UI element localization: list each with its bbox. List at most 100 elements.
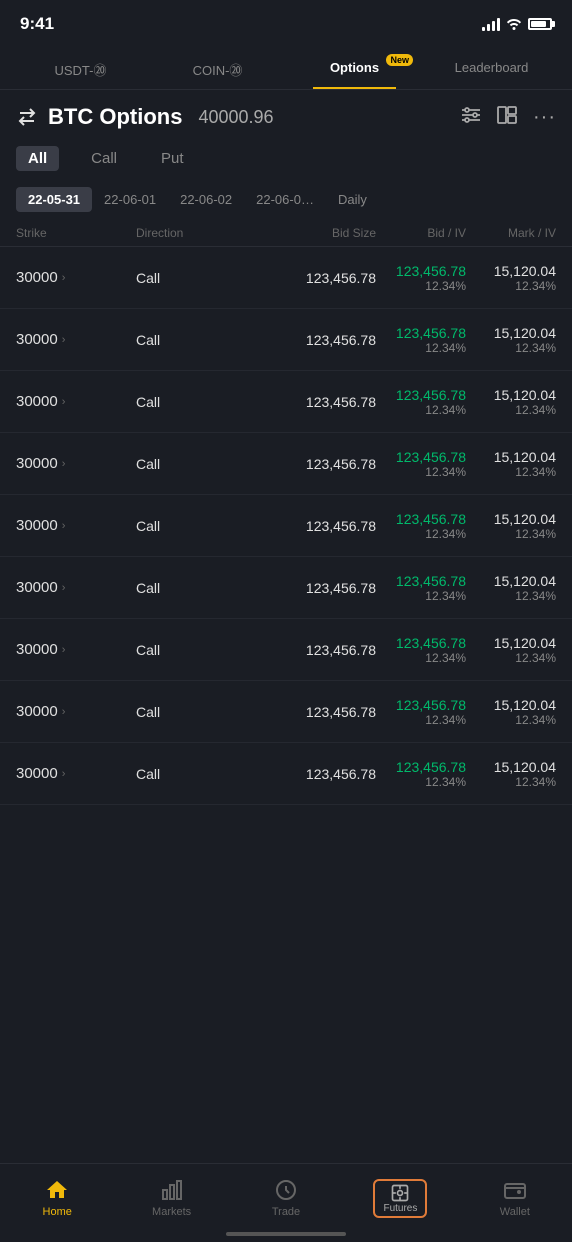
page-header: BTC Options 40000.96 ··· xyxy=(0,90,572,140)
chevron-right-icon: › xyxy=(62,272,66,284)
filter-all[interactable]: All xyxy=(16,146,59,171)
nav-trade[interactable]: Trade xyxy=(229,1174,343,1222)
filter-icon[interactable] xyxy=(461,106,481,129)
table-row[interactable]: 30000 › Call 123,456.78 123,456.78 12.34… xyxy=(0,309,572,371)
mark-iv-cell: 15,120.04 12.34% xyxy=(466,449,556,479)
direction-cell: Call xyxy=(136,394,246,410)
nav-home-label: Home xyxy=(43,1206,72,1218)
direction-cell: Call xyxy=(136,580,246,596)
table-row[interactable]: 30000 › Call 123,456.78 123,456.78 12.34… xyxy=(0,495,572,557)
nav-wallet-label: Wallet xyxy=(500,1206,530,1218)
filter-put[interactable]: Put xyxy=(149,146,196,171)
th-bid-iv: Bid / IV xyxy=(376,226,466,240)
status-icons xyxy=(482,16,552,33)
bid-pct: 12.34% xyxy=(376,775,466,789)
markets-icon xyxy=(160,1178,184,1202)
chevron-right-icon: › xyxy=(62,520,66,532)
bid-size-cell: 123,456.78 xyxy=(246,704,376,720)
mark-iv-cell: 15,120.04 12.34% xyxy=(466,263,556,293)
strike-cell: 30000 › xyxy=(16,455,136,472)
nav-trade-label: Trade xyxy=(272,1206,300,1218)
chevron-right-icon: › xyxy=(62,644,66,656)
strike-cell: 30000 › xyxy=(16,579,136,596)
filter-call[interactable]: Call xyxy=(79,146,129,171)
bid-iv-cell: 123,456.78 12.34% xyxy=(376,325,466,355)
bid-price: 123,456.78 xyxy=(376,263,466,279)
date-chip-3[interactable]: 22-06-0… xyxy=(244,187,326,212)
bid-pct: 12.34% xyxy=(376,589,466,603)
wifi-icon xyxy=(506,16,522,33)
tab-leaderboard[interactable]: Leaderboard xyxy=(423,52,560,89)
chevron-right-icon: › xyxy=(62,768,66,780)
date-chip-0[interactable]: 22-05-31 xyxy=(16,187,92,212)
bid-iv-cell: 123,456.78 12.34% xyxy=(376,697,466,727)
nav-futures-label: Futures xyxy=(383,1203,417,1214)
trade-icon xyxy=(274,1178,298,1202)
th-direction: Direction xyxy=(136,226,246,240)
strike-cell: 30000 › xyxy=(16,393,136,410)
mark-price: 15,120.04 xyxy=(466,697,556,713)
header-icons: ··· xyxy=(461,106,556,129)
table-row[interactable]: 30000 › Call 123,456.78 123,456.78 12.34… xyxy=(0,433,572,495)
futures-box: Futures xyxy=(373,1179,427,1218)
bid-iv-cell: 123,456.78 12.34% xyxy=(376,263,466,293)
swap-icon[interactable] xyxy=(16,106,38,128)
table-row[interactable]: 30000 › Call 123,456.78 123,456.78 12.34… xyxy=(0,247,572,309)
mark-price: 15,120.04 xyxy=(466,759,556,775)
status-bar: 9:41 xyxy=(0,0,572,44)
date-chip-2[interactable]: 22-06-02 xyxy=(168,187,244,212)
mark-pct: 12.34% xyxy=(466,775,556,789)
table-body: 30000 › Call 123,456.78 123,456.78 12.34… xyxy=(0,247,572,805)
bid-iv-cell: 123,456.78 12.34% xyxy=(376,511,466,541)
mark-iv-cell: 15,120.04 12.34% xyxy=(466,635,556,665)
mark-pct: 12.34% xyxy=(466,279,556,293)
bid-size-cell: 123,456.78 xyxy=(246,518,376,534)
mark-pct: 12.34% xyxy=(466,341,556,355)
bid-size-cell: 123,456.78 xyxy=(246,270,376,286)
chevron-right-icon: › xyxy=(62,458,66,470)
bid-pct: 12.34% xyxy=(376,341,466,355)
table-row[interactable]: 30000 › Call 123,456.78 123,456.78 12.34… xyxy=(0,557,572,619)
more-icon[interactable]: ··· xyxy=(533,106,556,129)
tab-coin[interactable]: COIN-⑳ xyxy=(149,52,286,89)
tab-usdt[interactable]: USDT-⑳ xyxy=(12,52,149,89)
layout-icon[interactable] xyxy=(497,106,517,129)
nav-home[interactable]: Home xyxy=(0,1174,114,1222)
chevron-right-icon: › xyxy=(62,706,66,718)
strike-cell: 30000 › xyxy=(16,641,136,658)
bid-price: 123,456.78 xyxy=(376,635,466,651)
bid-price: 123,456.78 xyxy=(376,449,466,465)
bid-pct: 12.34% xyxy=(376,279,466,293)
bid-size-cell: 123,456.78 xyxy=(246,580,376,596)
mark-iv-cell: 15,120.04 12.34% xyxy=(466,573,556,603)
status-time: 9:41 xyxy=(20,14,54,34)
bid-price: 123,456.78 xyxy=(376,511,466,527)
table-row[interactable]: 30000 › Call 123,456.78 123,456.78 12.34… xyxy=(0,681,572,743)
bid-size-cell: 123,456.78 xyxy=(246,642,376,658)
mark-pct: 12.34% xyxy=(466,589,556,603)
mark-iv-cell: 15,120.04 12.34% xyxy=(466,325,556,355)
mark-pct: 12.34% xyxy=(466,713,556,727)
nav-markets[interactable]: Markets xyxy=(114,1174,228,1222)
bid-pct: 12.34% xyxy=(376,527,466,541)
mark-price: 15,120.04 xyxy=(466,511,556,527)
date-chip-daily[interactable]: Daily xyxy=(326,187,379,212)
mark-price: 15,120.04 xyxy=(466,387,556,403)
strike-cell: 30000 › xyxy=(16,331,136,348)
bid-iv-cell: 123,456.78 12.34% xyxy=(376,573,466,603)
tab-options[interactable]: Options New xyxy=(286,52,423,89)
th-strike: Strike xyxy=(16,226,136,240)
nav-futures[interactable]: Futures xyxy=(343,1175,457,1222)
mark-price: 15,120.04 xyxy=(466,573,556,589)
direction-cell: Call xyxy=(136,704,246,720)
nav-wallet[interactable]: Wallet xyxy=(458,1174,572,1222)
th-bid-size: Bid Size xyxy=(246,226,376,240)
table-row[interactable]: 30000 › Call 123,456.78 123,456.78 12.34… xyxy=(0,619,572,681)
table-row[interactable]: 30000 › Call 123,456.78 123,456.78 12.34… xyxy=(0,743,572,805)
bid-pct: 12.34% xyxy=(376,403,466,417)
mark-price: 15,120.04 xyxy=(466,263,556,279)
table-header: Strike Direction Bid Size Bid / IV Mark … xyxy=(0,220,572,247)
table-row[interactable]: 30000 › Call 123,456.78 123,456.78 12.34… xyxy=(0,371,572,433)
date-row: 22-05-31 22-06-01 22-06-02 22-06-0… Dail… xyxy=(0,181,572,220)
date-chip-1[interactable]: 22-06-01 xyxy=(92,187,168,212)
